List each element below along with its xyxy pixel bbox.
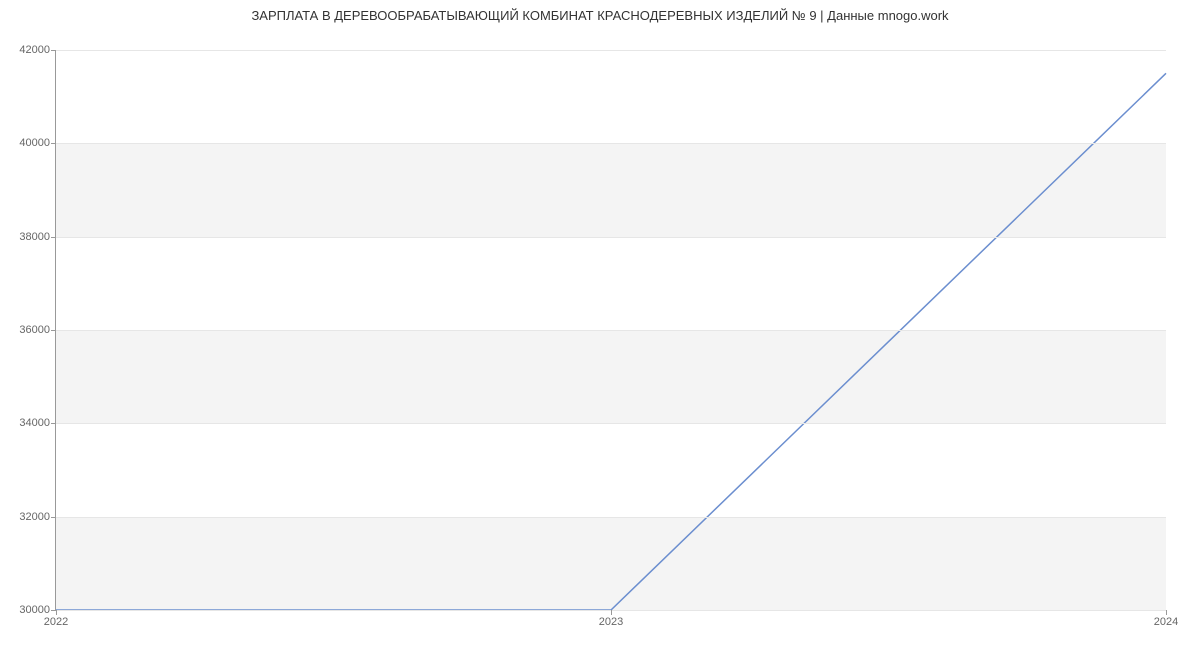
y-tick-label: 30000 (5, 604, 50, 616)
y-grid-line (56, 330, 1166, 331)
plot-area: 202220232024 (55, 50, 1166, 611)
y-grid-line (56, 237, 1166, 238)
x-tick-mark (56, 610, 57, 615)
y-tick-mark (51, 50, 56, 51)
chart-container: 202220232024 300003200034000360003800040… (0, 30, 1200, 630)
x-tick-label: 2022 (44, 616, 68, 628)
y-tick-mark (51, 237, 56, 238)
y-tick-mark (51, 143, 56, 144)
series-line (56, 73, 1166, 610)
y-tick-mark (51, 423, 56, 424)
x-tick-label: 2023 (599, 616, 623, 628)
y-tick-label: 42000 (5, 44, 50, 56)
y-grid-line (56, 423, 1166, 424)
y-grid-line (56, 50, 1166, 51)
y-tick-label: 32000 (5, 511, 50, 523)
y-tick-label: 34000 (5, 417, 50, 429)
y-tick-label: 36000 (5, 324, 50, 336)
x-tick-mark (1166, 610, 1167, 615)
x-tick-mark (611, 610, 612, 615)
x-tick-label: 2024 (1154, 616, 1178, 628)
y-grid-line (56, 143, 1166, 144)
y-grid-line (56, 517, 1166, 518)
y-tick-mark (51, 517, 56, 518)
chart-title: ЗАРПЛАТА В ДЕРЕВООБРАБАТЫВАЮЩИЙ КОМБИНАТ… (0, 0, 1200, 30)
y-tick-label: 38000 (5, 231, 50, 243)
y-tick-label: 40000 (5, 137, 50, 149)
y-tick-mark (51, 330, 56, 331)
